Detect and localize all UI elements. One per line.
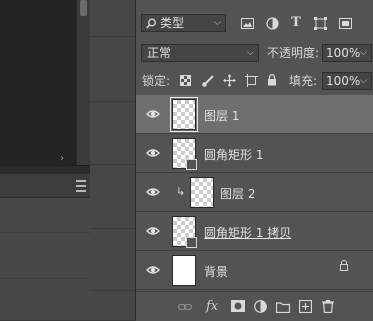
layer-name[interactable]: 图层 1	[204, 107, 239, 124]
scrollbar-thumb[interactable]	[80, 0, 87, 16]
lock-move-icon[interactable]	[223, 74, 236, 87]
lock-paint-icon[interactable]	[202, 75, 214, 87]
layer-filter-row: 类型 ⌵ T	[136, 14, 373, 38]
gutter-line	[90, 228, 135, 229]
fx-icon[interactable]: fx	[206, 300, 218, 314]
document-canvas-area[interactable]	[0, 0, 76, 165]
text-filter-icon[interactable]: T	[289, 16, 303, 30]
layers-list: 图层 1 圆角矩形 1 ↳ 图层 2 圆角矩形 1 拷贝 背景	[136, 95, 373, 291]
gutter-line	[90, 290, 135, 291]
eye-icon[interactable]	[146, 107, 160, 121]
lock-all-icon[interactable]	[267, 74, 277, 86]
layer-row[interactable]: 圆角矩形 1	[136, 134, 373, 173]
layers-panel: 类型 ⌵ T 正常 ⌵ 不透明度: 100% ⌵ 锁定: 填充: 100% ⌵ …	[135, 0, 373, 321]
panel-menu-icon[interactable]	[76, 180, 86, 192]
folder-icon[interactable]	[276, 301, 290, 313]
search-icon	[146, 18, 156, 29]
scroll-right-icon[interactable]: ›	[60, 153, 64, 164]
lock-transparent-icon[interactable]	[180, 75, 191, 86]
chevron-down-icon: ⌵	[360, 76, 367, 86]
shape-filter-icon[interactable]	[314, 17, 327, 30]
panel-divider-line	[0, 232, 90, 233]
layer-thumbnail[interactable]	[170, 97, 198, 132]
gutter-line	[90, 164, 135, 165]
layer-row[interactable]: 圆角矩形 1 拷贝	[136, 212, 373, 251]
layer-thumbnail[interactable]	[172, 255, 196, 286]
trash-icon[interactable]	[322, 300, 334, 313]
opacity-input[interactable]: 100% ⌵	[322, 44, 372, 62]
layer-name[interactable]: 图层 2	[220, 185, 255, 202]
new-layer-icon[interactable]	[299, 300, 312, 313]
adjustment-filter-icon[interactable]	[266, 17, 279, 30]
panel-divider-line	[0, 278, 90, 279]
opacity-label: 不透明度:	[267, 46, 320, 60]
mask-icon[interactable]	[231, 300, 245, 312]
layer-name[interactable]: 圆角矩形 1	[204, 146, 263, 163]
fill-input[interactable]: 100% ⌵	[322, 72, 372, 90]
lock-artboard-icon[interactable]	[245, 74, 258, 87]
shape-layer-icon	[186, 159, 197, 170]
layer-name[interactable]: 背景	[204, 263, 228, 280]
smart-object-filter-icon[interactable]	[339, 17, 352, 30]
shape-layer-icon	[186, 237, 197, 248]
layer-thumbnail[interactable]	[190, 177, 214, 208]
layers-footer: fx	[136, 291, 373, 321]
link-icon[interactable]	[178, 302, 192, 312]
blend-mode-value: 正常	[147, 46, 172, 60]
lock-label: 锁定:	[142, 74, 171, 88]
panel-dock-gutter	[90, 0, 135, 320]
fill-label: 填充:	[289, 74, 318, 88]
image-filter-icon[interactable]	[241, 18, 254, 30]
layer-row[interactable]: 图层 1	[136, 95, 373, 134]
lock-fill-row: 锁定: 填充: 100% ⌵	[136, 72, 373, 96]
layer-kind-filter-dropdown[interactable]: 类型 ⌵	[141, 14, 226, 32]
blend-mode-dropdown[interactable]: 正常 ⌵	[141, 44, 259, 62]
eye-icon[interactable]	[146, 224, 160, 238]
blend-opacity-row: 正常 ⌵ 不透明度: 100% ⌵	[136, 44, 373, 68]
eye-icon[interactable]	[146, 146, 160, 160]
fill-value: 100%	[326, 74, 361, 88]
clipping-mask-icon: ↳	[176, 185, 186, 198]
opacity-value: 100%	[326, 46, 361, 60]
layer-row[interactable]: 背景	[136, 251, 373, 290]
gutter-line	[90, 36, 135, 37]
layer-kind-label: 类型	[160, 16, 185, 30]
eye-icon[interactable]	[146, 263, 160, 277]
eye-icon[interactable]	[146, 185, 160, 199]
adjustment-icon[interactable]	[254, 300, 267, 313]
chevron-down-icon: ⌵	[360, 48, 367, 58]
gutter-line	[90, 101, 135, 102]
secondary-panel	[0, 174, 90, 320]
layer-name[interactable]: 圆角矩形 1 拷贝	[204, 224, 291, 241]
layer-row[interactable]: ↳ 图层 2	[136, 173, 373, 212]
chevron-down-icon: ⌵	[247, 48, 254, 58]
lock-icon	[340, 260, 348, 271]
canvas-vertical-scrollbar[interactable]	[76, 0, 91, 165]
chevron-down-icon: ⌵	[214, 18, 221, 28]
